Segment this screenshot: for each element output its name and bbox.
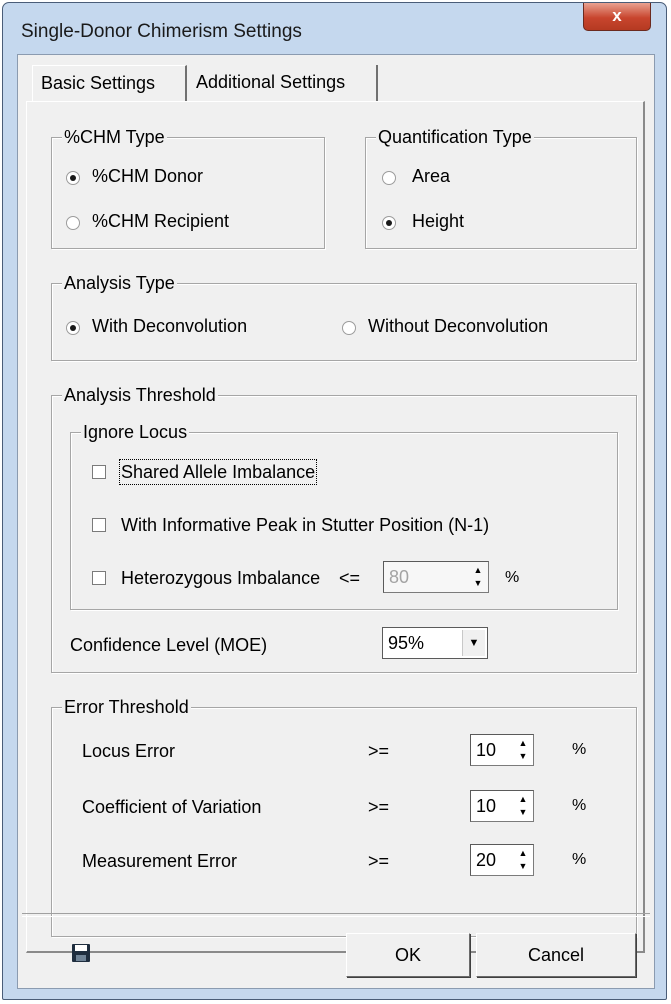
area-radio[interactable] [382,171,396,185]
chm-type-label: %CHM Type [62,127,167,147]
locus-error-label: Locus Error [82,741,176,761]
analysis-threshold-label: Analysis Threshold [62,385,218,405]
error-threshold-label: Error Threshold [62,697,191,717]
coefficient-variation-unit: % [572,797,587,814]
title-bar: Single-Donor Chimerism Settings x [3,3,666,55]
tab-additional-settings[interactable]: Additional Settings [188,65,378,101]
informative-peak-checkbox[interactable] [92,518,106,532]
without-deconvolution-label[interactable]: Without Deconvolution [368,315,548,337]
heterozygous-imbalance-spinner[interactable]: 80 ▲ ▼ [383,561,489,593]
ok-button[interactable]: OK [346,933,470,977]
confidence-level-value: 95% [388,633,425,653]
shared-allele-label[interactable]: Shared Allele Imbalance [118,459,318,485]
cancel-button[interactable]: Cancel [476,933,636,977]
coefficient-variation-operator: >= [368,797,390,817]
spin-up-down-icon[interactable]: ▲ ▼ [515,737,531,763]
chm-donor-label[interactable]: %CHM Donor [92,165,203,187]
error-threshold-group: Error Threshold Locus Error >= 10 ▲ ▼ % C… [51,697,637,937]
coefficient-variation-value: 10 [476,796,497,816]
measurement-error-operator: >= [368,851,390,871]
heterozygous-unit: % [505,569,520,586]
without-deconvolution-radio[interactable] [342,321,356,335]
locus-error-operator: >= [368,741,390,761]
save-icon[interactable] [72,944,90,962]
quantification-type-label: Quantification Type [376,127,534,147]
heterozygous-imbalance-value: 80 [389,567,410,587]
with-deconvolution-label[interactable]: With Deconvolution [92,315,247,337]
spin-up-down-icon[interactable]: ▲ ▼ [515,793,531,819]
heterozygous-imbalance-checkbox[interactable] [92,571,106,585]
analysis-type-label: Analysis Type [62,273,177,293]
heterozygous-operator: <= [339,568,361,588]
informative-peak-label[interactable]: With Informative Peak in Stutter Positio… [121,514,489,536]
coefficient-variation-label: Coefficient of Variation [82,797,262,817]
heterozygous-imbalance-label[interactable]: Heterozygous Imbalance [121,567,320,589]
ignore-locus-group: Ignore Locus Shared Allele Imbalance Wit… [70,422,618,610]
tab-basic-settings[interactable]: Basic Settings [32,65,187,101]
spin-up-down-icon[interactable]: ▲ ▼ [470,564,486,590]
dialog-window: Single-Donor Chimerism Settings x Basic … [2,2,667,1000]
chm-donor-radio[interactable] [66,171,80,185]
confidence-level-label: Confidence Level (MOE) [70,635,268,655]
chm-recipient-radio[interactable] [66,216,80,230]
chm-recipient-label[interactable]: %CHM Recipient [92,210,229,232]
spin-up-down-icon[interactable]: ▲ ▼ [515,847,531,873]
confidence-level-select[interactable]: 95% ▼ [382,627,488,659]
measurement-error-unit: % [572,851,587,868]
analysis-threshold-group: Analysis Threshold Ignore Locus Shared A… [51,385,637,673]
with-deconvolution-radio[interactable] [66,321,80,335]
shared-allele-checkbox[interactable] [92,465,106,479]
analysis-type-group: Analysis Type With Deconvolution Without… [51,273,637,361]
area-label[interactable]: Area [412,165,450,187]
height-label[interactable]: Height [412,210,464,232]
measurement-error-spinner[interactable]: 20 ▲ ▼ [470,844,534,876]
close-button[interactable]: x [583,3,651,31]
measurement-error-label: Measurement Error [82,851,238,871]
quantification-type-group: Quantification Type Area Height [365,127,637,249]
locus-error-spinner[interactable]: 10 ▲ ▼ [470,734,534,766]
height-radio[interactable] [382,216,396,230]
locus-error-unit: % [572,741,587,758]
dialog-client: Basic Settings Additional Settings %CHM … [17,54,655,989]
coefficient-variation-spinner[interactable]: 10 ▲ ▼ [470,790,534,822]
measurement-error-value: 20 [476,850,497,870]
chevron-down-icon[interactable]: ▼ [462,630,485,656]
window-title: Single-Donor Chimerism Settings [21,21,302,42]
chm-type-group: %CHM Type %CHM Donor %CHM Recipient [51,127,325,249]
ignore-locus-label: Ignore Locus [81,422,190,442]
footer-separator [22,913,650,917]
basic-settings-page: %CHM Type %CHM Donor %CHM Recipient Quan… [26,101,645,953]
locus-error-value: 10 [476,740,497,760]
